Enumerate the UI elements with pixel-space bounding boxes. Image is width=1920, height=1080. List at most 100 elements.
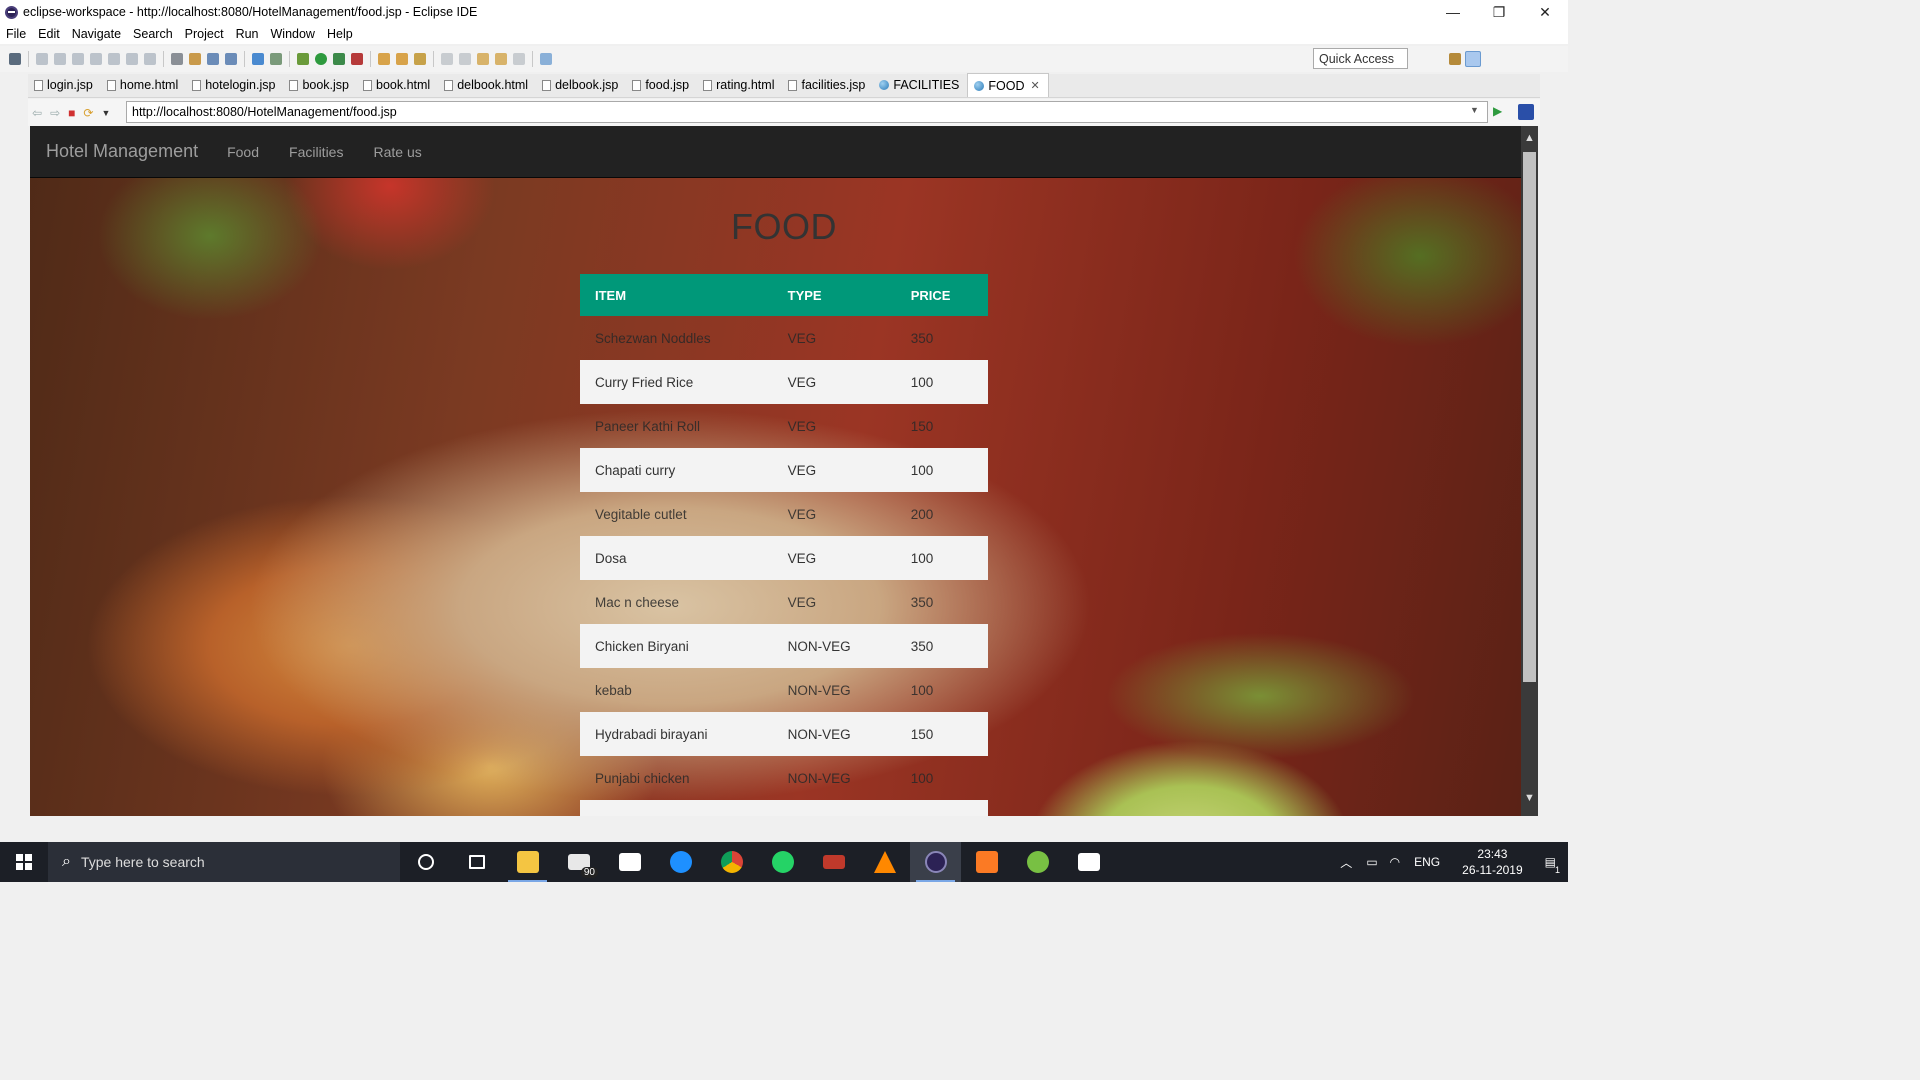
menu-navigate[interactable]: Navigate — [66, 27, 127, 41]
menu-run[interactable]: Run — [230, 27, 265, 41]
suspend-icon[interactable] — [54, 53, 66, 65]
build-icon[interactable] — [270, 53, 282, 65]
utorrent-button[interactable] — [1012, 842, 1063, 882]
tab-book-jsp[interactable]: book.jsp — [283, 73, 357, 97]
store-button[interactable] — [604, 842, 655, 882]
file-icon — [444, 79, 454, 91]
close-tab-icon[interactable]: ✕ — [1031, 79, 1040, 92]
forward-arrow-icon[interactable]: ⇨ — [50, 106, 60, 120]
mail-badge: 90 — [580, 867, 598, 878]
xampp-button[interactable] — [961, 842, 1012, 882]
disconnect-icon[interactable] — [90, 53, 102, 65]
coverage-icon[interactable] — [333, 53, 345, 65]
scroll-up-icon[interactable]: ▲ — [1521, 132, 1538, 150]
chevron-down-icon[interactable]: ▼ — [101, 108, 110, 118]
wifi-icon[interactable]: ◠ — [1384, 855, 1406, 869]
url-input[interactable]: http://localhost:8080/HotelManagement/fo… — [126, 101, 1488, 123]
external-tools-icon[interactable] — [351, 53, 363, 65]
run-icon[interactable] — [315, 53, 327, 65]
nav-food[interactable]: Food — [212, 144, 274, 160]
scroll-down-icon[interactable]: ▼ — [1521, 792, 1538, 810]
step-into-icon[interactable] — [108, 53, 120, 65]
resume-icon[interactable] — [36, 53, 48, 65]
terminate-icon[interactable] — [72, 53, 84, 65]
java-ee-perspective-icon[interactable] — [1449, 53, 1461, 65]
tab-rating-html[interactable]: rating.html — [697, 73, 782, 97]
clock[interactable]: 23:43 26-11-2019 — [1448, 846, 1537, 878]
stop-icon[interactable]: ■ — [68, 106, 75, 120]
last-edit-icon[interactable] — [477, 53, 489, 65]
file-icon — [289, 79, 299, 91]
tab-food-browser[interactable]: FOOD ✕ — [967, 73, 1049, 97]
tab-delbook-html[interactable]: delbook.html — [438, 73, 536, 97]
battery-icon[interactable]: ▭ — [1360, 855, 1383, 869]
nav-rate-us[interactable]: Rate us — [358, 144, 436, 160]
back-icon[interactable] — [495, 53, 507, 65]
item-cell: Chapati curry — [580, 448, 773, 492]
game-button[interactable] — [808, 842, 859, 882]
new-wizard-icon[interactable] — [207, 53, 219, 65]
tab-label: delbook.html — [457, 78, 529, 92]
open-type-icon[interactable] — [378, 53, 390, 65]
menu-window[interactable]: Window — [265, 27, 321, 41]
language-indicator[interactable]: ENG — [1406, 855, 1448, 869]
open-perspective-icon[interactable] — [1429, 53, 1441, 65]
menu-help[interactable]: Help — [321, 27, 359, 41]
globe-icon — [974, 80, 985, 91]
tab-facilities-browser[interactable]: FACILITIES — [873, 73, 967, 97]
whatsapp-button[interactable] — [757, 842, 808, 882]
task-view-button[interactable] — [451, 842, 502, 882]
site-brand[interactable]: Hotel Management — [46, 141, 198, 162]
tab-hotelogin-jsp[interactable]: hotelogin.jsp — [186, 73, 283, 97]
nav-facilities[interactable]: Facilities — [274, 144, 358, 160]
step-over-icon[interactable] — [126, 53, 138, 65]
scrollbar-thumb[interactable] — [1523, 152, 1536, 682]
tab-food-jsp[interactable]: food.jsp — [626, 73, 697, 97]
back-arrow-icon[interactable]: ⇦ — [32, 106, 42, 120]
web-browser-icon[interactable] — [252, 53, 264, 65]
edge-button[interactable] — [655, 842, 706, 882]
chrome-button[interactable] — [706, 842, 757, 882]
menu-project[interactable]: Project — [179, 27, 230, 41]
quick-access-input[interactable]: Quick Access — [1313, 48, 1408, 69]
taskbar-search[interactable]: ⌕ Type here to search — [48, 842, 400, 882]
tab-book-html[interactable]: book.html — [357, 73, 438, 97]
file-explorer-button[interactable] — [502, 842, 553, 882]
mail-button[interactable]: 90 — [553, 842, 604, 882]
forward-icon[interactable] — [513, 53, 525, 65]
tab-delbook-jsp[interactable]: delbook.jsp — [536, 73, 626, 97]
refresh-icon[interactable]: ⟳ — [83, 106, 93, 120]
vlc-button[interactable] — [859, 842, 910, 882]
menu-edit[interactable]: Edit — [32, 27, 66, 41]
maximize-button[interactable]: ❐ — [1476, 0, 1522, 24]
debug-perspective-icon[interactable] — [1465, 51, 1481, 67]
search-icon[interactable] — [414, 53, 426, 65]
go-icon[interactable]: ▶ — [1493, 104, 1502, 118]
eclipse-button[interactable] — [910, 842, 961, 882]
previous-annotation-icon[interactable] — [459, 53, 471, 65]
tab-login-jsp[interactable]: login.jsp — [28, 73, 101, 97]
open-task-icon[interactable] — [396, 53, 408, 65]
select-icon[interactable] — [9, 53, 21, 65]
menu-search[interactable]: Search — [127, 27, 179, 41]
tab-home-html[interactable]: home.html — [101, 73, 186, 97]
skip-breakpoints-icon[interactable] — [171, 53, 183, 65]
pin-editor-icon[interactable] — [540, 53, 552, 65]
debug-icon[interactable] — [297, 53, 309, 65]
start-button[interactable] — [0, 842, 48, 882]
cortana-button[interactable] — [400, 842, 451, 882]
tab-facilities-jsp[interactable]: facilities.jsp — [782, 73, 873, 97]
item-cell: kebab — [595, 682, 632, 698]
url-dropdown-icon[interactable]: ▼ — [1470, 105, 1479, 115]
new-dropdown-icon[interactable] — [225, 53, 237, 65]
notification-center-button[interactable]: ▤ 1 — [1537, 855, 1568, 875]
minimize-button[interactable]: — — [1430, 0, 1476, 24]
new-server-icon[interactable] — [189, 53, 201, 65]
step-return-icon[interactable] — [144, 53, 156, 65]
next-annotation-icon[interactable] — [441, 53, 453, 65]
photos-button[interactable] — [1063, 842, 1114, 882]
chevron-up-icon[interactable]: ︿ — [1332, 854, 1360, 871]
menu-file[interactable]: File — [0, 27, 32, 41]
close-button[interactable]: ✕ — [1522, 0, 1568, 24]
open-external-icon[interactable] — [1518, 104, 1534, 120]
